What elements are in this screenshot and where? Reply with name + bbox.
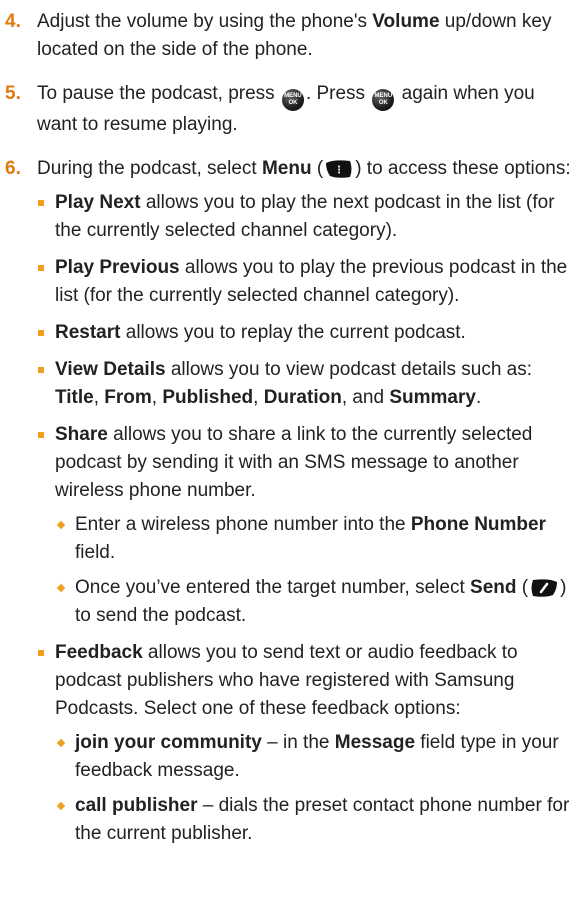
bullet-square-icon bbox=[38, 330, 44, 336]
detail-field: Duration bbox=[263, 387, 342, 408]
option-restart: Restart allows you to replay the current… bbox=[37, 319, 579, 347]
detail-field: Title bbox=[55, 387, 94, 408]
step-4: 4. Adjust the volume by using the phone'… bbox=[0, 8, 579, 64]
right-softkey-icon: ⋮ bbox=[324, 159, 354, 179]
bullet-square-icon bbox=[38, 650, 44, 656]
option-play-next: Play Next allows you to play the next po… bbox=[37, 189, 579, 245]
step-text: . Press bbox=[305, 83, 371, 104]
manual-page: 4. Adjust the volume by using the phone'… bbox=[0, 0, 587, 923]
step-text: Adjust the volume by using the phone's bbox=[37, 11, 373, 32]
send-label: Send bbox=[470, 577, 517, 598]
option-title: View Details bbox=[55, 359, 166, 380]
options-list: Play Next allows you to play the next po… bbox=[37, 189, 579, 848]
volume-key-label: Volume bbox=[372, 11, 440, 32]
feedback-option-join: join your community – in the Message fie… bbox=[55, 729, 579, 785]
bullet-diamond-icon bbox=[56, 520, 66, 530]
share-step: Enter a wireless phone number into the P… bbox=[55, 511, 579, 567]
bullet-square-icon bbox=[38, 200, 44, 206]
step-number: 4. bbox=[5, 11, 21, 32]
share-steps: Enter a wireless phone number into the P… bbox=[55, 511, 579, 630]
step-number: 5. bbox=[5, 83, 21, 104]
svg-text:⋮: ⋮ bbox=[334, 165, 344, 176]
detail-field: From bbox=[104, 387, 152, 408]
feedback-option-call: call publisher – dials the preset contac… bbox=[55, 792, 579, 848]
bullet-square-icon bbox=[38, 432, 44, 438]
left-softkey-icon bbox=[529, 578, 559, 598]
bullet-square-icon bbox=[38, 265, 44, 271]
option-title: Restart bbox=[55, 322, 121, 343]
step-text: During the podcast, select bbox=[37, 158, 262, 179]
share-step: Once you’ve entered the target number, s… bbox=[55, 574, 579, 630]
step-number: 6. bbox=[5, 158, 21, 179]
option-title: Feedback bbox=[55, 642, 143, 663]
feedback-options: join your community – in the Message fie… bbox=[55, 729, 579, 848]
step-text: To pause the podcast, press bbox=[37, 83, 280, 104]
option-title: Share bbox=[55, 424, 108, 445]
phone-number-field-label: Phone Number bbox=[410, 514, 546, 535]
menu-ok-key-icon: MENU OK bbox=[281, 89, 304, 111]
menu-label: Menu bbox=[261, 158, 312, 179]
bullet-diamond-icon bbox=[56, 738, 66, 748]
step-6: 6. During the podcast, select Menu (⋮) t… bbox=[0, 155, 579, 848]
bullet-square-icon bbox=[38, 367, 44, 373]
option-description: allows you to share a link to the curren… bbox=[55, 424, 533, 501]
option-feedback: Feedback allows you to send text or audi… bbox=[37, 639, 579, 848]
option-share: Share allows you to share a link to the … bbox=[37, 421, 579, 630]
detail-field: Published bbox=[162, 387, 254, 408]
option-description: allows you to view podcast details such … bbox=[165, 359, 533, 380]
step-5: 5. To pause the podcast, press MENU OK. P… bbox=[0, 80, 579, 139]
message-field-label: Message bbox=[334, 732, 416, 753]
bullet-diamond-icon bbox=[56, 801, 66, 811]
option-view-details: View Details allows you to view podcast … bbox=[37, 356, 579, 412]
detail-field: Summary bbox=[389, 387, 476, 408]
option-description: allows you to replay the current podcast… bbox=[120, 322, 466, 343]
menu-ok-key-icon: MENU OK bbox=[372, 89, 395, 111]
option-title: Play Previous bbox=[55, 257, 180, 278]
option-play-previous: Play Previous allows you to play the pre… bbox=[37, 254, 579, 310]
bullet-diamond-icon bbox=[56, 583, 66, 593]
option-title: Play Next bbox=[55, 192, 141, 213]
